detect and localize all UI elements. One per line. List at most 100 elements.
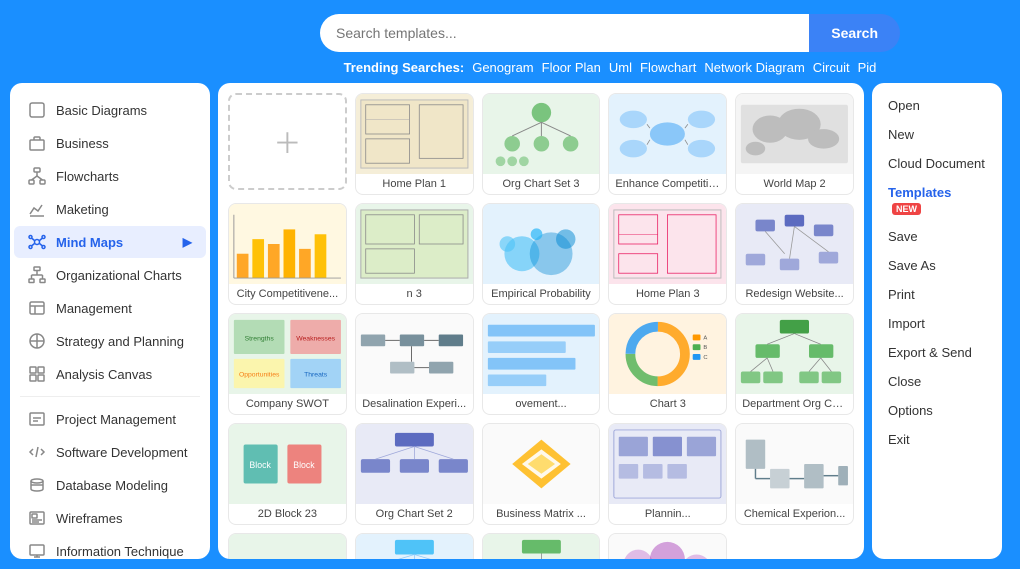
template-thumb — [229, 534, 346, 559]
template-card[interactable]: Department Org Chart — [735, 313, 854, 415]
templates-label: Templates — [888, 185, 951, 200]
template-card[interactable]: Org Chart Set 3 — [482, 93, 601, 195]
right-panel-cloud[interactable]: Cloud Document — [872, 149, 1002, 178]
template-card[interactable]: Column Chart an... — [228, 533, 347, 559]
sidebar-item-sw[interactable]: Software Development — [14, 436, 206, 468]
template-card[interactable]: Home Plan 1 — [355, 93, 474, 195]
template-thumb: StrengthsWeaknessesOpportunitiesThreats — [229, 314, 346, 394]
template-label: Home Plan 1 — [356, 174, 473, 194]
template-thumb — [229, 204, 346, 284]
template-card[interactable]: ovement... — [482, 313, 601, 415]
template-card[interactable]: A B C Chart 3 — [608, 313, 727, 415]
sidebar-item-flowcharts[interactable]: Flowcharts — [14, 160, 206, 192]
svg-text:Block: Block — [249, 460, 271, 470]
sidebar-item-pm[interactable]: Project Management — [14, 403, 206, 435]
trending-uml[interactable]: Uml — [609, 60, 632, 75]
template-card[interactable]: Business Matrix ... — [482, 423, 601, 525]
search-input[interactable] — [320, 14, 809, 52]
right-panel-templates[interactable]: Templates NEW — [872, 178, 1002, 222]
svg-text:Threats: Threats — [304, 371, 328, 378]
template-thumb — [483, 204, 600, 284]
sidebar-item-analysis[interactable]: Analysis Canvas — [14, 358, 206, 390]
template-card[interactable]: Flowchart Sample — [482, 533, 601, 559]
template-card[interactable]: English Part Of Sp... — [355, 533, 474, 559]
right-panel-open[interactable]: Open — [872, 91, 1002, 120]
sidebar-item-maketing[interactable]: Maketing — [14, 193, 206, 225]
sidebar-item-business[interactable]: Business — [14, 127, 206, 159]
new-badge: NEW — [892, 203, 921, 215]
template-card[interactable]: StrengthsWeaknessesOpportunitiesThreats … — [228, 313, 347, 415]
trending-network[interactable]: Network Diagram — [704, 60, 804, 75]
right-panel-new[interactable]: New — [872, 120, 1002, 149]
template-card[interactable]: BlockBlock 2D Block 23 — [228, 423, 347, 525]
sidebar-label-maketing: Maketing — [56, 202, 109, 217]
org-icon — [28, 266, 46, 284]
template-card[interactable]: Redesign Website... — [735, 203, 854, 305]
sidebar-item-mindmaps[interactable]: Mind Maps ▶ — [14, 226, 206, 258]
template-card[interactable]: Plannin... — [608, 423, 727, 525]
sidebar-item-orgcharts[interactable]: Organizational Charts — [14, 259, 206, 291]
trending-flowchart[interactable]: Flowchart — [640, 60, 696, 75]
sw-icon — [28, 443, 46, 461]
template-label: Business Matrix ... — [483, 504, 600, 524]
template-thumb — [356, 94, 473, 174]
right-panel-saveas[interactable]: Save As — [872, 251, 1002, 280]
template-card[interactable]: Desalination Experi... — [355, 313, 474, 415]
template-label: Home Plan 3 — [609, 284, 726, 304]
template-card[interactable]: Home Plan 3 — [608, 203, 727, 305]
sidebar-item-wire[interactable]: Wireframes — [14, 502, 206, 534]
template-card[interactable]: World Map 2 — [735, 93, 854, 195]
right-panel-print[interactable]: Print — [872, 280, 1002, 309]
template-card[interactable]: Empirical Probability — [482, 203, 601, 305]
right-panel-close[interactable]: Close — [872, 367, 1002, 396]
template-card[interactable]: Enhance Competitiv... — [608, 93, 727, 195]
sidebar-label-it: Information Technique — [56, 544, 184, 559]
template-thumb — [356, 204, 473, 284]
sidebar-label-orgcharts: Organizational Charts — [56, 268, 182, 283]
template-card[interactable]: Org Chart Set 2 — [355, 423, 474, 525]
right-panel-export[interactable]: Export & Send — [872, 338, 1002, 367]
sidebar-item-basic[interactable]: Basic Diagrams — [14, 94, 206, 126]
search-button[interactable]: Search — [809, 14, 900, 52]
right-panel-save[interactable]: Save — [872, 222, 1002, 251]
template-card[interactable]: Chemical Experion... — [735, 423, 854, 525]
analysis-icon — [28, 365, 46, 383]
chart-icon — [28, 200, 46, 218]
sidebar-label-flowcharts: Flowcharts — [56, 169, 119, 184]
sidebar-label-wire: Wireframes — [56, 511, 122, 526]
template-thumb: BlockBlock — [229, 424, 346, 504]
right-panel-exit[interactable]: Exit — [872, 425, 1002, 454]
right-panel-options[interactable]: Options — [872, 396, 1002, 425]
add-new-template[interactable]: ＋ — [228, 93, 347, 190]
sidebar-item-it[interactable]: Information Technique — [14, 535, 206, 559]
right-panel-import[interactable]: Import — [872, 309, 1002, 338]
svg-text:B: B — [704, 345, 708, 351]
template-thumb — [736, 424, 853, 504]
template-card[interactable]: City Competitivene... — [228, 203, 347, 305]
template-label: Chart 3 — [609, 394, 726, 414]
pm-icon — [28, 410, 46, 428]
sidebar-label-analysis: Analysis Canvas — [56, 367, 152, 382]
content-area: ＋ Home Plan 1 Org Chart Set 3 — [210, 83, 1010, 559]
trending-pid[interactable]: Pid — [858, 60, 877, 75]
sidebar-item-management[interactable]: Management — [14, 292, 206, 324]
trending-circuit[interactable]: Circuit — [813, 60, 850, 75]
sidebar-label-strategy: Strategy and Planning — [56, 334, 184, 349]
sidebar-item-db[interactable]: Database Modeling — [14, 469, 206, 501]
briefcase-icon — [28, 134, 46, 152]
template-label: Department Org Chart — [736, 394, 853, 414]
strategy-icon — [28, 332, 46, 350]
trending-floorplan[interactable]: Floor Plan — [542, 60, 601, 75]
plus-icon: ＋ — [273, 122, 301, 162]
template-card[interactable]: n 3 — [355, 203, 474, 305]
search-row: Search — [320, 14, 900, 52]
sidebar-item-strategy[interactable]: Strategy and Planning — [14, 325, 206, 357]
template-label: Enhance Competitiv... — [609, 174, 726, 194]
template-label: World Map 2 — [736, 174, 853, 194]
sidebar: Basic Diagrams Business Flowcharts Maket… — [10, 83, 210, 559]
svg-text:C: C — [704, 355, 708, 361]
trending-genogram[interactable]: Genogram — [472, 60, 533, 75]
template-card[interactable]: Life Plan — [608, 533, 727, 559]
trending-label: Trending Searches: — [344, 60, 465, 75]
template-thumb — [483, 314, 600, 394]
